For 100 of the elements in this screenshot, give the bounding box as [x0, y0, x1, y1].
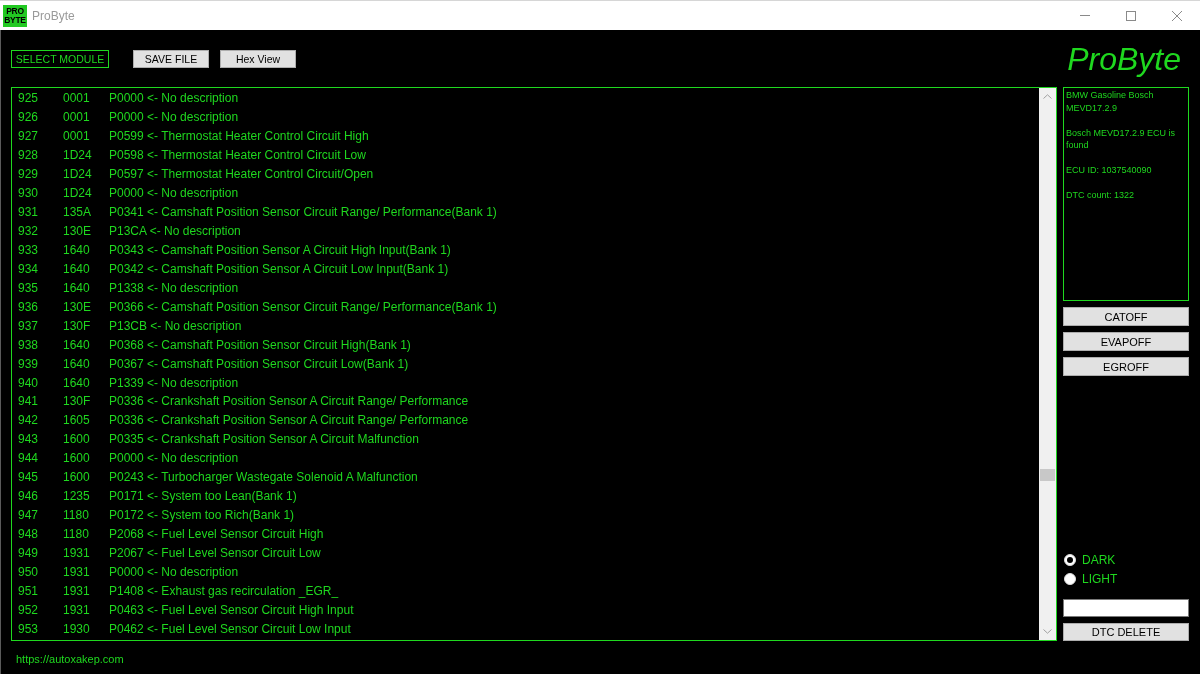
dtc-description: P0336 <- Crankshaft Position Sensor A Circuit Range/ Performance	[109, 413, 469, 428]
hex-code: 1235	[63, 489, 90, 504]
dtc-description: P13CA <- No description	[109, 224, 241, 239]
row-number: 945	[18, 470, 39, 485]
row-number: 932	[18, 224, 39, 239]
dtc-description: P1339 <- No description	[109, 375, 239, 390]
row-number: 934	[18, 261, 39, 276]
hex-code: 1D24	[63, 186, 92, 201]
action-button[interactable]: EVAPOFF	[1063, 332, 1189, 351]
hex-code: 1930	[63, 621, 90, 636]
hex-code: 130F	[63, 318, 91, 333]
hex-code: 1640	[63, 375, 90, 390]
hex-code: 130E	[63, 224, 92, 239]
dtc-description: P1408 <- Exhaust gas recirculation _EGR_	[109, 583, 339, 598]
row-number: 951	[18, 583, 39, 598]
hex-code: 135A	[63, 205, 92, 220]
scrollbar-thumb[interactable]	[1040, 469, 1055, 481]
dtc-description: P0366 <- Camshaft Position Sensor Circuit Range/ Performance(Bank 1)	[109, 299, 497, 314]
dtc-description: P0000 <- No description	[109, 110, 239, 125]
dtc-description: P0599 <- Thermostat Heater Control Circuit High	[109, 129, 369, 144]
row-number: 931	[18, 205, 39, 220]
row-number: 936	[18, 299, 39, 314]
website-url: https://autoxakep.com	[16, 653, 124, 665]
row-number: 929	[18, 167, 39, 182]
hex-code: 130F	[63, 394, 91, 409]
dtc-description: P0000 <- No description	[109, 451, 239, 466]
row-number: 949	[18, 545, 39, 560]
dtc-description: P0598 <- Thermostat Heater Control Circuit Low	[109, 148, 366, 163]
app-icon: PRO BYTE	[3, 4, 27, 27]
row-number: 952	[18, 602, 39, 617]
row-number: 928	[18, 148, 39, 163]
hex-code: 1600	[63, 470, 90, 485]
dtc-description: P0000 <- No description	[109, 186, 239, 201]
hex-code: 1640	[63, 280, 90, 295]
hex-code: 0001	[63, 129, 90, 144]
row-number: 938	[18, 337, 39, 352]
dtc-description: P13CB <- No description	[109, 318, 242, 333]
toolbar-button[interactable]: Hex View	[220, 50, 296, 68]
row-number: 948	[18, 527, 39, 542]
hex-code: 1640	[63, 356, 90, 371]
row-number: 930	[18, 186, 39, 201]
dtc-description: P0335 <- Crankshaft Position Sensor A Circuit Malfunction	[109, 432, 419, 447]
row-number: 940	[18, 375, 39, 390]
dtc-description: P0342 <- Camshaft Position Sensor A Circuit Low Input(Bank 1)	[109, 261, 449, 276]
toolbar-button[interactable]: SAVE FILE	[133, 50, 209, 68]
chevron-up-icon[interactable]	[1043, 94, 1052, 99]
row-number: 937	[18, 318, 39, 333]
dtc-description: P0336 <- Crankshaft Position Sensor A Circuit Range/ Performance	[109, 394, 469, 409]
dtc-description: P0597 <- Thermostat Heater Control Circuit/Open	[109, 167, 374, 182]
hex-code: 1D24	[63, 148, 92, 163]
dtc-description: P0367 <- Camshaft Position Sensor Circuit Low(Bank 1)	[109, 356, 409, 371]
hex-code: 1180	[63, 527, 89, 542]
scrollbar[interactable]	[1039, 88, 1056, 640]
dtc-description: P0462 <- Fuel Level Sensor Circuit Low Input	[109, 621, 351, 636]
row-number: 953	[18, 621, 39, 636]
row-number: 943	[18, 432, 39, 447]
row-number: 947	[18, 508, 39, 523]
brand-logo: ProByte	[1067, 40, 1181, 77]
hex-code: 1180	[63, 508, 89, 523]
theme-radio[interactable]: DARK	[1063, 550, 1116, 569]
row-number: 927	[18, 129, 39, 144]
row-number: 926	[18, 110, 39, 125]
hex-code: 1931	[63, 602, 90, 617]
dtc-description: P0171 <- System too Lean(Bank 1)	[109, 489, 297, 504]
theme-radio[interactable]: LIGHT	[1063, 569, 1118, 588]
row-number: 935	[18, 280, 39, 295]
input-field[interactable]	[1063, 599, 1189, 617]
action-button[interactable]: CATOFF	[1063, 307, 1189, 326]
row-number: 942	[18, 413, 39, 428]
dtc-description: P0172 <- System too Rich(Bank 1)	[109, 508, 295, 523]
dtc-description: P0463 <- Fuel Level Sensor Circuit High Input	[109, 602, 354, 617]
module-select-button[interactable]: SELECT MODULE	[11, 50, 109, 68]
row-number: 933	[18, 242, 39, 257]
dtc-description: P2068 <- Fuel Level Sensor Circuit High	[109, 527, 324, 542]
hex-code: 1640	[63, 337, 90, 352]
close-icon	[1172, 10, 1182, 21]
hex-code: 1931	[63, 583, 90, 598]
dtc-description: P1338 <- No description	[109, 280, 239, 295]
dtc-description: P0341 <- Camshaft Position Sensor Circuit Range/ Performance(Bank 1)	[109, 205, 497, 220]
hex-code: 0001	[63, 91, 90, 106]
hex-code: 0001	[63, 110, 90, 125]
ecu-info-text: ECU ID: 1037540090	[1066, 164, 1153, 177]
dtc-description: P0243 <- Turbocharger Wastegate Solenoid A Malfunction	[109, 470, 418, 485]
dtc-description: P0368 <- Camshaft Position Sensor Circuit High(Bank 1)	[109, 337, 411, 352]
hex-code: 1640	[63, 261, 90, 276]
row-number: 941	[18, 394, 39, 409]
hex-code: 1931	[63, 545, 90, 560]
dtc-description: P0000 <- No description	[109, 91, 239, 106]
minimize-icon	[1080, 15, 1090, 16]
dtc-description: P2067 <- Fuel Level Sensor Circuit Low	[109, 545, 321, 560]
row-number: 946	[18, 489, 39, 504]
window-title: ProByte	[32, 8, 75, 23]
chevron-down-icon[interactable]	[1043, 629, 1052, 634]
row-number: 950	[18, 564, 39, 579]
ecu-info-text: Bosch MEVD17.2.9 ECU is found	[1066, 126, 1177, 152]
dtc-delete-button[interactable]: DTC DELETE	[1063, 623, 1189, 641]
ecu-info-text: BMW Gasoline Bosch MEVD17.2.9	[1066, 89, 1155, 114]
maximize-icon	[1126, 10, 1136, 21]
hex-code: 1640	[63, 242, 90, 257]
action-button[interactable]: EGROFF	[1063, 357, 1189, 376]
